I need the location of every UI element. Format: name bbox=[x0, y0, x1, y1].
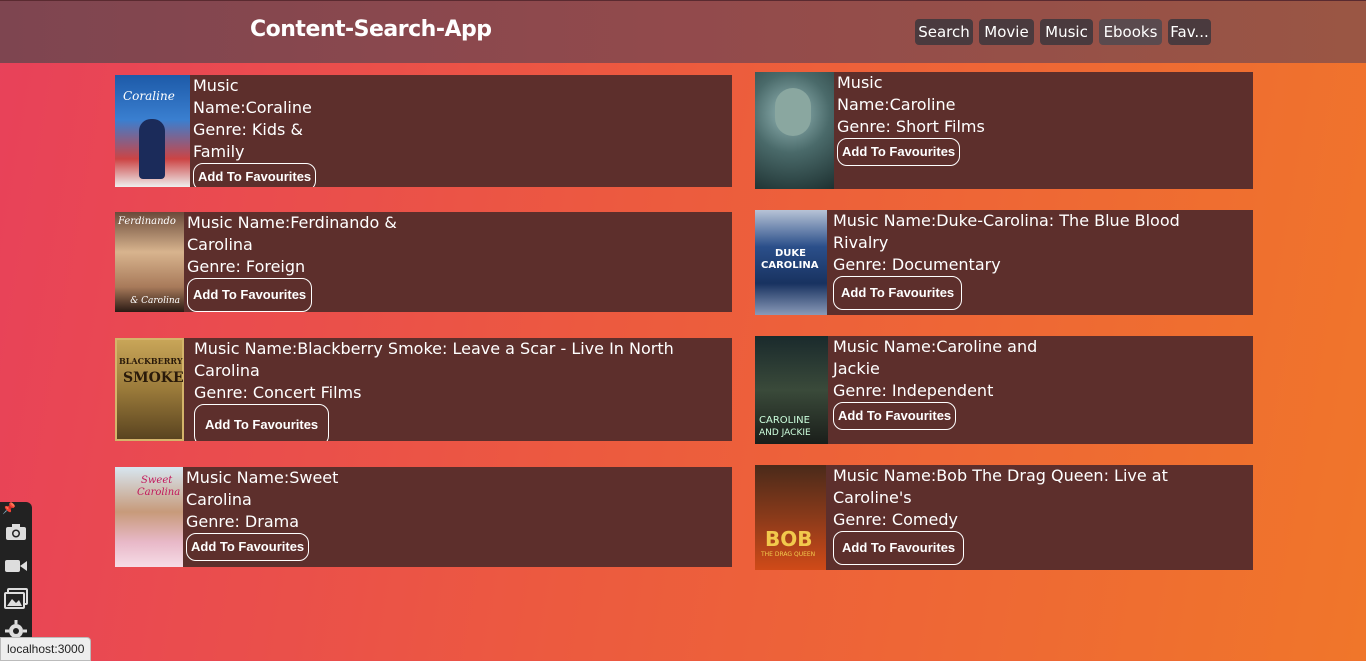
card-genre: Genre: Kids & bbox=[193, 120, 303, 139]
poster-subtitle: SMOKE bbox=[123, 370, 184, 386]
add-to-favourites-button[interactable]: Add To Favourites bbox=[833, 402, 957, 430]
card-genre: Genre: Concert Films bbox=[194, 383, 362, 402]
poster-subtitle: THE DRAG QUEEN bbox=[761, 551, 816, 558]
card-name: Music Name:Duke-Carolina: The Blue Blood bbox=[833, 211, 1180, 230]
card-name: Name:Coraline bbox=[193, 98, 312, 117]
poster-subtitle: CAROLINA bbox=[761, 260, 819, 271]
poster-subtitle: & Carolina bbox=[130, 296, 180, 306]
poster-title: DUKE bbox=[775, 248, 807, 259]
video-icon[interactable] bbox=[4, 556, 28, 578]
poster-image: BLACKBERRY SMOKE bbox=[115, 338, 184, 441]
card-name: Music Name:Bob The Drag Queen: Live at bbox=[833, 466, 1168, 485]
nav-buttons: Search Movie Music Ebooks Fav... bbox=[915, 19, 1211, 45]
card-genre: Genre: Short Films bbox=[837, 117, 985, 136]
camera-icon[interactable] bbox=[4, 522, 28, 544]
poster-title: Sweet bbox=[141, 475, 173, 486]
card-genre: Genre: Independent bbox=[833, 381, 994, 400]
poster-image bbox=[755, 72, 834, 189]
card-name: Music Name:Caroline and bbox=[833, 337, 1038, 356]
card-name: Music Name:Ferdinando & bbox=[187, 213, 397, 232]
poster-subtitle: AND JACKIE bbox=[759, 428, 811, 438]
card-name: Music Name:Blackberry Smoke: Leave a Sca… bbox=[194, 339, 674, 358]
poster-title: Coraline bbox=[123, 89, 175, 103]
card-type: Music bbox=[837, 73, 883, 92]
poster-image: CAROLINE AND JACKIE bbox=[755, 336, 828, 444]
add-to-favourites-button[interactable]: Add To Favourites bbox=[833, 531, 965, 565]
poster-subtitle: Carolina bbox=[137, 487, 181, 498]
card-info: Music Name:Caroline Genre: Short Films A… bbox=[834, 72, 985, 166]
content-card: Sweet Carolina Music Name:Sweet Carolina… bbox=[115, 467, 732, 567]
poster-title: BLACKBERRY bbox=[119, 356, 183, 366]
poster-image: Ferdinando & Carolina bbox=[115, 212, 184, 312]
nav-music-button[interactable]: Music bbox=[1040, 19, 1093, 45]
card-name-cont: Carolina bbox=[194, 361, 260, 380]
nav-fav-button[interactable]: Fav... bbox=[1168, 19, 1211, 45]
poster-image: Coraline bbox=[115, 75, 190, 187]
card-info: Music Name:Caroline and Jackie Genre: In… bbox=[828, 336, 1037, 430]
gallery-icon[interactable] bbox=[4, 588, 28, 610]
content-card: BOB THE DRAG QUEEN Music Name:Bob The Dr… bbox=[755, 465, 1253, 570]
card-info: Music Name:Sweet Carolina Genre: Drama A… bbox=[183, 467, 338, 561]
card-info: Music Name:Coraline Genre: Kids & Family… bbox=[190, 75, 317, 187]
content-card: Ferdinando & Carolina Music Name:Ferdina… bbox=[115, 212, 732, 312]
card-info: Music Name:Duke-Carolina: The Blue Blood… bbox=[827, 210, 1180, 310]
content-card: Music Name:Caroline Genre: Short Films A… bbox=[755, 72, 1253, 189]
card-info: Music Name:Blackberry Smoke: Leave a Sca… bbox=[184, 338, 674, 441]
card-genre: Genre: Foreign bbox=[187, 257, 306, 276]
add-to-favourites-button[interactable]: Add To Favourites bbox=[193, 163, 317, 187]
content-card: DUKE CAROLINA Music Name:Duke-Carolina: … bbox=[755, 210, 1253, 315]
card-name-cont: Carolina bbox=[186, 490, 252, 509]
poster-title: CAROLINE bbox=[759, 415, 810, 426]
card-genre: Genre: Drama bbox=[186, 512, 300, 531]
nav-movie-button[interactable]: Movie bbox=[979, 19, 1034, 45]
top-navbar: Content-Search-App Search Movie Music Eb… bbox=[0, 0, 1366, 63]
card-type: Music bbox=[193, 76, 239, 95]
nav-search-button[interactable]: Search bbox=[915, 19, 973, 45]
poster-image: Sweet Carolina bbox=[115, 467, 183, 567]
card-name: Music Name:Sweet bbox=[186, 468, 339, 487]
poster-title: BOB bbox=[765, 527, 813, 551]
add-to-favourites-button[interactable]: Add To Favourites bbox=[187, 278, 313, 312]
status-bar-url: localhost:3000 bbox=[0, 637, 92, 661]
content-card: BLACKBERRY SMOKE Music Name:Blackberry S… bbox=[115, 338, 732, 441]
card-name: Name:Caroline bbox=[837, 95, 956, 114]
add-to-favourites-button[interactable]: Add To Favourites bbox=[837, 138, 961, 166]
app-title: Content-Search-App bbox=[250, 17, 492, 42]
card-genre-cont: Family bbox=[193, 142, 245, 161]
card-info: Music Name:Ferdinando & Carolina Genre: … bbox=[184, 212, 397, 312]
card-name-cont: Carolina bbox=[187, 235, 253, 254]
add-to-favourites-button[interactable]: Add To Favourites bbox=[194, 404, 330, 441]
pin-icon[interactable]: 📌 bbox=[2, 502, 16, 515]
poster-image: BOB THE DRAG QUEEN bbox=[755, 465, 826, 570]
card-name-cont: Rivalry bbox=[833, 233, 889, 252]
poster-title: Ferdinando bbox=[118, 216, 176, 227]
card-genre: Genre: Comedy bbox=[833, 510, 958, 529]
content-card: Coraline Music Name:Coraline Genre: Kids… bbox=[115, 75, 732, 187]
poster-image: DUKE CAROLINA bbox=[755, 210, 827, 315]
card-info: Music Name:Bob The Drag Queen: Live at C… bbox=[826, 465, 1168, 565]
capture-toolbar: 📌 bbox=[0, 502, 32, 647]
add-to-favourites-button[interactable]: Add To Favourites bbox=[833, 276, 963, 310]
nav-ebooks-button[interactable]: Ebooks bbox=[1099, 19, 1162, 45]
card-name-cont: Caroline's bbox=[833, 488, 912, 507]
card-genre: Genre: Documentary bbox=[833, 255, 1001, 274]
add-to-favourites-button[interactable]: Add To Favourites bbox=[186, 533, 310, 561]
card-name-cont: Jackie bbox=[833, 359, 880, 378]
content-card: CAROLINE AND JACKIE Music Name:Caroline … bbox=[755, 336, 1253, 444]
